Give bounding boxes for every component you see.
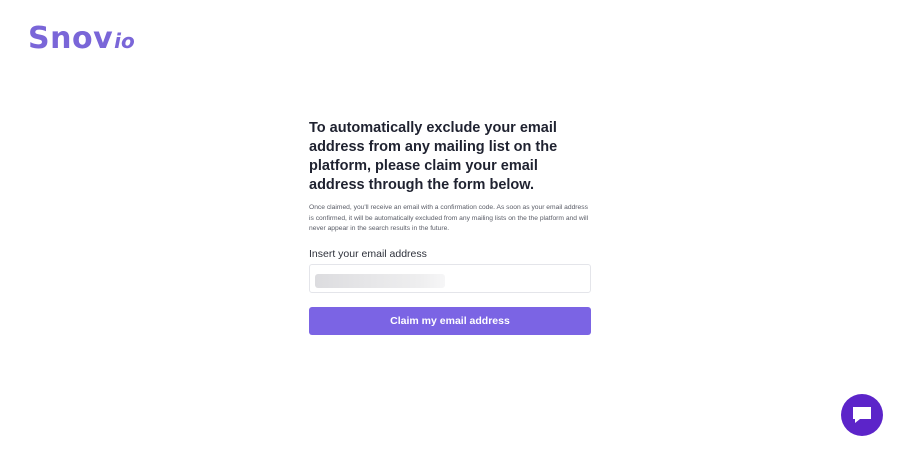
page-heading: To automatically exclude your email addr… (309, 120, 558, 193)
logo-sub-text: io (114, 29, 135, 53)
claim-email-form: To automatically exclude your email addr… (309, 119, 591, 335)
chat-bubble-icon (853, 407, 871, 423)
snovio-logo[interactable]: Snov io (28, 24, 135, 54)
page: Snov io To automatically exclude your em… (0, 0, 900, 450)
email-field-label: Insert your email address (309, 247, 427, 260)
form-description: Once claimed, you'll receive an email wi… (309, 204, 589, 233)
claim-email-button[interactable]: Claim my email address (309, 306, 591, 335)
chat-widget-button[interactable] (841, 394, 883, 436)
email-field-wrapper (309, 263, 591, 293)
logo-main-text: Snov (28, 21, 114, 56)
blurred-email-value (315, 273, 445, 288)
